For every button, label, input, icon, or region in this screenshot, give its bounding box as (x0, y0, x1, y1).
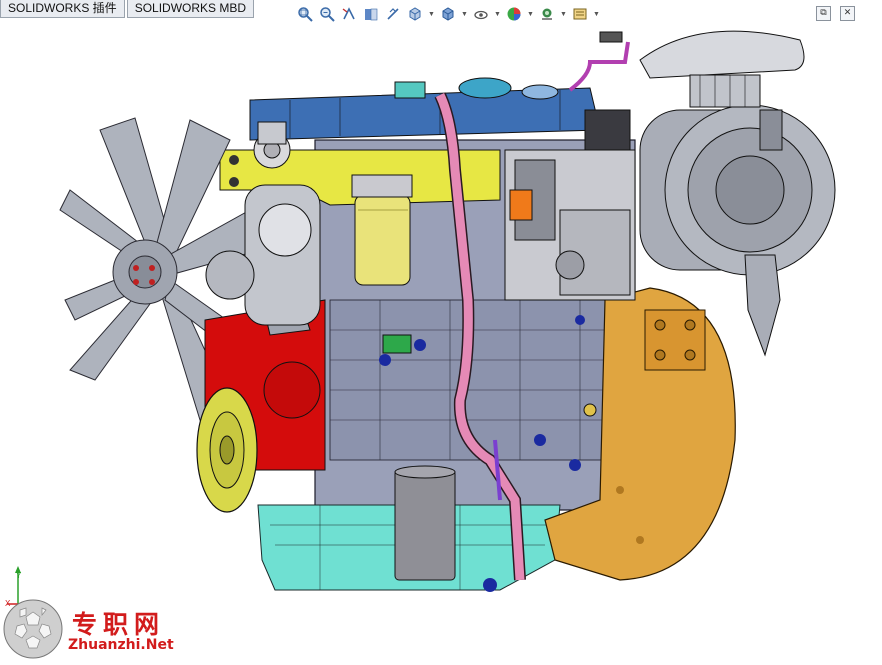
dynamic-annotation-icon[interactable] (384, 5, 402, 23)
chevron-down-icon[interactable]: ▼ (494, 5, 501, 23)
close-window-button[interactable]: ✕ (840, 6, 855, 21)
fuel-filter (351, 174, 413, 286)
oil-filter (394, 465, 456, 581)
tab-solidworks-addins[interactable]: SOLIDWORKS 插件 (0, 0, 125, 18)
chevron-down-icon[interactable]: ▼ (428, 5, 435, 23)
edit-appearance-icon[interactable] (505, 5, 523, 23)
previous-view-icon[interactable] (340, 5, 358, 23)
valve-cover (249, 77, 601, 141)
belt-drive (205, 184, 321, 326)
crankshaft-pulley (196, 387, 258, 513)
command-manager-tabs: SOLIDWORKS 插件 SOLIDWORKS MBD (0, 0, 256, 19)
svg-text:Y: Y (16, 571, 22, 580)
chevron-down-icon[interactable]: ▼ (560, 5, 567, 23)
display-style-icon[interactable] (439, 5, 457, 23)
hide-show-items-icon[interactable] (472, 5, 490, 23)
watermark-text-url: Zhuanzhi.Net (68, 637, 174, 653)
view-orientation-icon[interactable] (406, 5, 424, 23)
heads-up-view-toolbar: ▼ ▼ ▼ ▼ ▼ ▼ (296, 4, 600, 24)
tab-solidworks-mbd[interactable]: SOLIDWORKS MBD (126, 0, 255, 18)
chevron-down-icon[interactable]: ▼ (527, 5, 534, 23)
section-view-icon[interactable] (362, 5, 380, 23)
chevron-down-icon[interactable]: ▼ (593, 5, 600, 23)
air-intake-cap (639, 30, 805, 108)
graphics-viewport[interactable] (0, 0, 882, 661)
restore-window-button[interactable]: ⧉ (816, 6, 831, 21)
zoom-to-fit-icon[interactable] (296, 5, 314, 23)
chevron-down-icon[interactable]: ▼ (461, 5, 468, 23)
zoom-to-area-icon[interactable] (318, 5, 336, 23)
watermark-text-cn: 专职网 (72, 610, 166, 639)
injection-pump (504, 109, 636, 301)
apply-scene-icon[interactable] (538, 5, 556, 23)
view-settings-icon[interactable] (571, 5, 589, 23)
